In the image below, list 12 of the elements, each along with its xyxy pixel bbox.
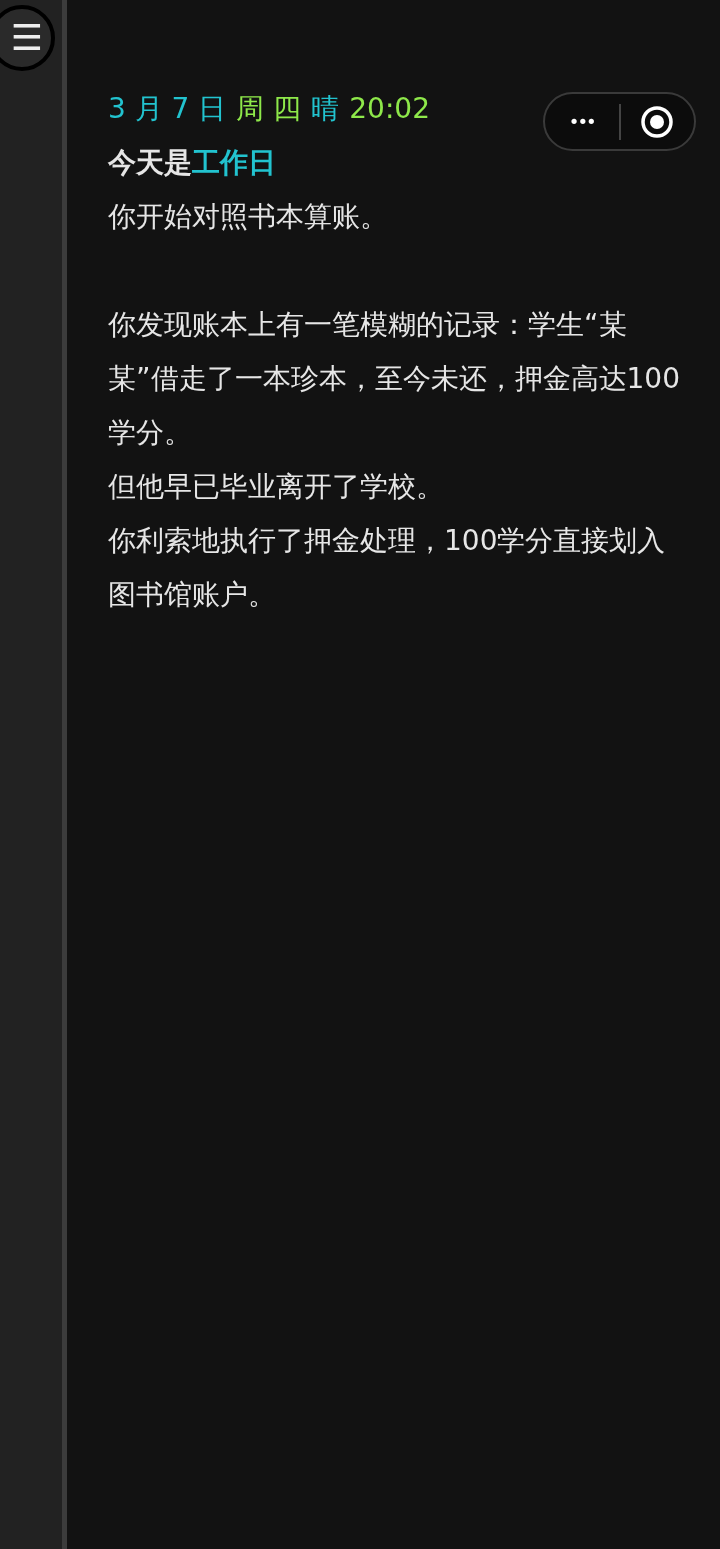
target-icon	[640, 104, 675, 139]
story-paragraph: 你利索地执行了押金处理，100学分直接划入图书馆账户。	[108, 523, 667, 613]
more-button[interactable]: •••	[545, 94, 619, 149]
day-title: 今天是	[108, 145, 192, 181]
date-text: 3 月 7 日	[108, 91, 227, 127]
story-paragraph: 但他早已毕业离开了学校。	[108, 469, 445, 505]
story-paragraph: 你开始对照书本算账。	[108, 199, 389, 235]
date-text: 晴	[311, 91, 340, 127]
story-paragraph: 你发现账本上有一笔模糊的记录：学生“某某”借走了一本珍本，至今未还，押金高达100学分。	[108, 307, 680, 451]
day-title: 工作日	[192, 145, 276, 181]
date-text: 20:02	[349, 91, 430, 127]
date-text: 周 四	[236, 91, 302, 127]
